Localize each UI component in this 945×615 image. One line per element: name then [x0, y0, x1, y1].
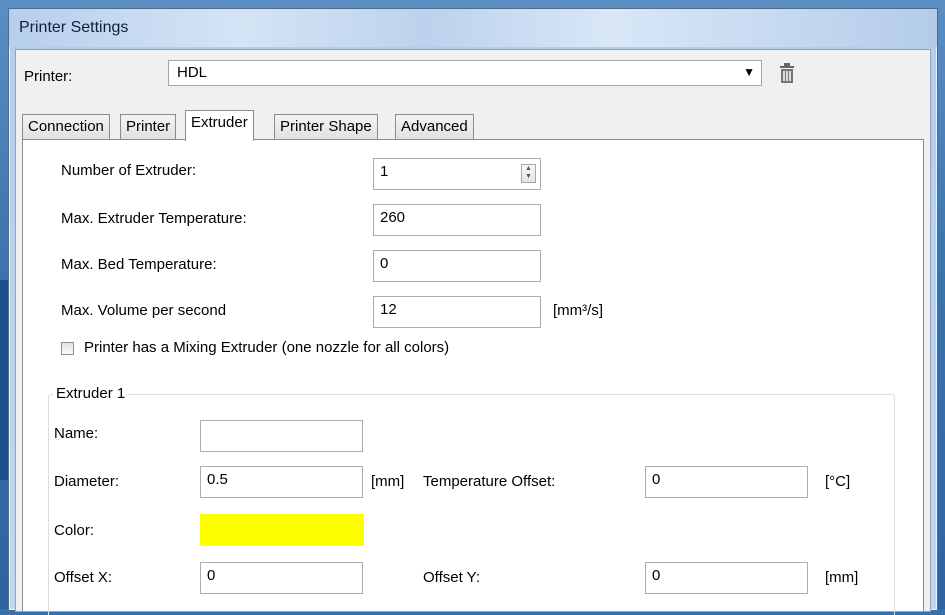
offset-unit-label: [mm] [825, 569, 859, 586]
offset-x-label: Offset X: [54, 569, 113, 586]
printer-settings-window: Printer Settings Printer: HDL ▼ Connecti… [8, 8, 938, 615]
temperature-offset-label: Temperature Offset: [423, 473, 556, 490]
mixing-extruder-label[interactable]: Printer has a Mixing Extruder (one nozzl… [84, 339, 449, 356]
printer-select-value: HDL [177, 64, 208, 81]
number-of-extruder-stepper[interactable]: 1 ▲ ▼ [373, 158, 541, 190]
tab-printer-shape[interactable]: Printer Shape [274, 114, 378, 139]
printer-select[interactable]: HDL ▼ [168, 60, 762, 86]
diameter-label: Diameter: [54, 473, 120, 490]
diameter-input[interactable]: 0.5 [200, 466, 363, 498]
max-bed-temp-input[interactable]: 0 [373, 250, 541, 282]
spin-buttons[interactable]: ▲ ▼ [521, 164, 536, 183]
window-client-area: Printer: HDL ▼ Connection Printer Extrud… [15, 49, 931, 615]
printer-label: Printer: [24, 68, 73, 85]
number-of-extruder-label: Number of Extruder: [61, 162, 197, 179]
temperature-offset-input[interactable]: 0 [645, 466, 808, 498]
max-extruder-temp-input[interactable]: 260 [373, 204, 541, 236]
extruder-tab-panel: Number of Extruder: 1 ▲ ▼ Max. Extruder T… [22, 139, 924, 615]
name-input[interactable] [200, 420, 363, 452]
tab-advanced[interactable]: Advanced [395, 114, 474, 139]
number-of-extruder-value: 1 [380, 163, 389, 180]
max-volume-label: Max. Volume per second [61, 302, 227, 319]
color-swatch[interactable] [200, 514, 364, 546]
extruder-1-group-title: Extruder 1 [53, 385, 129, 402]
title-bar[interactable]: Printer Settings [9, 9, 937, 47]
dropdown-arrow-icon[interactable]: ▼ [743, 65, 755, 79]
offset-x-input[interactable]: 0 [200, 562, 363, 594]
tab-extruder[interactable]: Extruder [185, 110, 254, 141]
volume-unit-label: [mm³/s] [553, 302, 603, 319]
max-extruder-temp-label: Max. Extruder Temperature: [61, 210, 247, 227]
color-label: Color: [54, 522, 95, 539]
tab-printer[interactable]: Printer [120, 114, 177, 139]
offset-y-label: Offset Y: [423, 569, 480, 586]
trash-icon[interactable] [778, 62, 796, 84]
max-bed-temp-label: Max. Bed Temperature: [61, 256, 217, 273]
tab-connection[interactable]: Connection [22, 114, 110, 139]
window-title: Printer Settings [19, 19, 129, 36]
name-label: Name: [54, 425, 99, 442]
diameter-unit-label: [mm] [371, 473, 405, 490]
settings-tabs: Connection Printer Extruder Printer Shap… [22, 110, 922, 141]
max-volume-input[interactable]: 12 [373, 296, 541, 328]
mixing-extruder-checkbox[interactable] [61, 342, 74, 355]
temperature-offset-unit-label: [°C] [825, 473, 851, 490]
offset-y-input[interactable]: 0 [645, 562, 808, 594]
